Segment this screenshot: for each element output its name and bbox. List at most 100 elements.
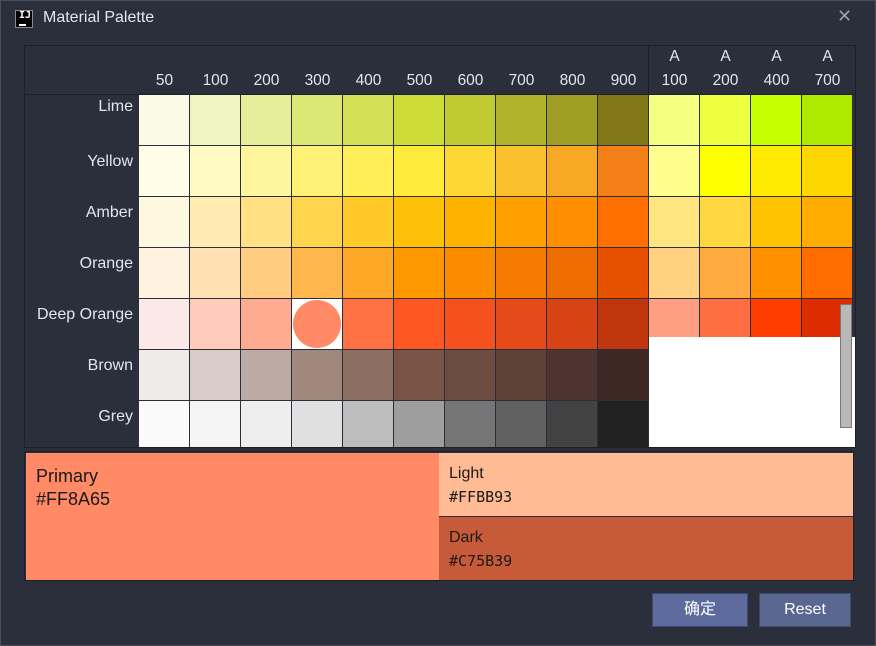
color-swatch[interactable] [394, 197, 444, 247]
color-swatch[interactable] [190, 95, 240, 145]
color-swatch[interactable] [547, 197, 597, 247]
color-swatch[interactable] [496, 248, 546, 298]
color-swatch[interactable] [343, 350, 393, 400]
color-swatch[interactable] [649, 197, 699, 247]
column-header: 300 [292, 46, 343, 94]
color-swatch[interactable] [394, 350, 444, 400]
color-swatch[interactable] [343, 401, 393, 447]
color-swatch[interactable] [445, 401, 495, 447]
color-swatch[interactable] [394, 299, 444, 349]
color-swatch[interactable] [292, 146, 342, 196]
color-swatch[interactable] [547, 146, 597, 196]
color-swatch[interactable] [139, 95, 189, 145]
color-swatch[interactable] [547, 95, 597, 145]
color-swatch[interactable] [700, 197, 750, 247]
color-swatch[interactable] [241, 146, 291, 196]
color-swatch[interactable] [649, 95, 699, 145]
color-swatch[interactable] [700, 146, 750, 196]
ok-button[interactable]: 确定 [652, 593, 748, 627]
color-swatch[interactable] [139, 146, 189, 196]
color-swatch[interactable] [547, 350, 597, 400]
color-swatch[interactable] [394, 95, 444, 145]
color-swatch[interactable] [496, 197, 546, 247]
color-swatch[interactable] [445, 299, 495, 349]
color-swatch[interactable] [343, 146, 393, 196]
row-label: Brown [87, 357, 133, 374]
color-swatch[interactable] [547, 401, 597, 447]
reset-button[interactable]: Reset [759, 593, 851, 627]
color-swatch[interactable] [241, 95, 291, 145]
color-swatch[interactable] [292, 401, 342, 447]
color-swatch[interactable] [598, 197, 648, 247]
dark-label: Dark [449, 529, 483, 546]
color-swatch[interactable] [343, 95, 393, 145]
color-swatch[interactable] [241, 401, 291, 447]
color-swatch[interactable] [445, 248, 495, 298]
color-swatch[interactable] [190, 248, 240, 298]
color-swatch[interactable] [751, 197, 801, 247]
vertical-scrollbar[interactable] [840, 304, 852, 428]
color-swatch[interactable] [343, 197, 393, 247]
color-swatch[interactable] [700, 248, 750, 298]
color-swatch[interactable] [343, 248, 393, 298]
color-swatch[interactable] [343, 299, 393, 349]
color-swatch[interactable] [139, 401, 189, 447]
close-icon[interactable]: ✕ [837, 6, 852, 26]
color-swatch[interactable] [394, 248, 444, 298]
color-swatch[interactable] [190, 299, 240, 349]
color-swatch[interactable] [496, 299, 546, 349]
color-swatch[interactable] [802, 197, 852, 247]
color-swatch[interactable] [139, 248, 189, 298]
color-swatch[interactable] [190, 197, 240, 247]
color-swatch[interactable] [292, 248, 342, 298]
column-header-prefix [241, 46, 292, 68]
color-swatch[interactable] [598, 95, 648, 145]
color-swatch[interactable] [496, 401, 546, 447]
color-swatch[interactable] [700, 95, 750, 145]
color-swatch[interactable] [445, 350, 495, 400]
color-swatch[interactable] [292, 350, 342, 400]
light-swatch: Light #FFBB93 [439, 453, 853, 516]
color-swatch[interactable] [547, 248, 597, 298]
row-label: Yellow [87, 153, 133, 170]
column-header-shade: 50 [155, 72, 174, 89]
color-swatch[interactable] [445, 146, 495, 196]
color-swatch[interactable] [649, 248, 699, 298]
color-swatch[interactable] [241, 350, 291, 400]
color-swatch[interactable] [751, 146, 801, 196]
color-swatch[interactable] [496, 350, 546, 400]
color-swatch[interactable] [751, 248, 801, 298]
color-swatch[interactable] [445, 197, 495, 247]
column-header: A 200 [700, 46, 751, 94]
color-swatch[interactable] [394, 401, 444, 447]
color-swatch[interactable] [190, 350, 240, 400]
color-swatch[interactable] [649, 146, 699, 196]
color-swatch[interactable] [547, 299, 597, 349]
color-swatch[interactable] [241, 299, 291, 349]
color-swatch[interactable] [802, 95, 852, 145]
color-swatch[interactable] [241, 248, 291, 298]
color-swatch[interactable] [241, 197, 291, 247]
color-swatch[interactable] [496, 146, 546, 196]
color-swatch[interactable] [190, 401, 240, 447]
color-swatch[interactable] [598, 350, 648, 400]
primary-hex: #FF8A65 [36, 489, 111, 509]
color-swatch[interactable] [292, 197, 342, 247]
color-swatch[interactable] [139, 197, 189, 247]
color-swatch[interactable] [802, 248, 852, 298]
column-header: 700 [496, 46, 547, 94]
color-swatch[interactable] [598, 146, 648, 196]
color-swatch[interactable] [139, 350, 189, 400]
color-swatch-selected[interactable] [292, 299, 342, 349]
color-swatch[interactable] [598, 401, 648, 447]
color-swatch[interactable] [445, 95, 495, 145]
color-swatch[interactable] [496, 95, 546, 145]
color-swatch[interactable] [394, 146, 444, 196]
color-swatch[interactable] [292, 95, 342, 145]
color-swatch[interactable] [751, 95, 801, 145]
color-swatch[interactable] [598, 248, 648, 298]
color-swatch[interactable] [190, 146, 240, 196]
color-swatch[interactable] [139, 299, 189, 349]
color-swatch[interactable] [802, 146, 852, 196]
color-swatch[interactable] [598, 299, 648, 349]
